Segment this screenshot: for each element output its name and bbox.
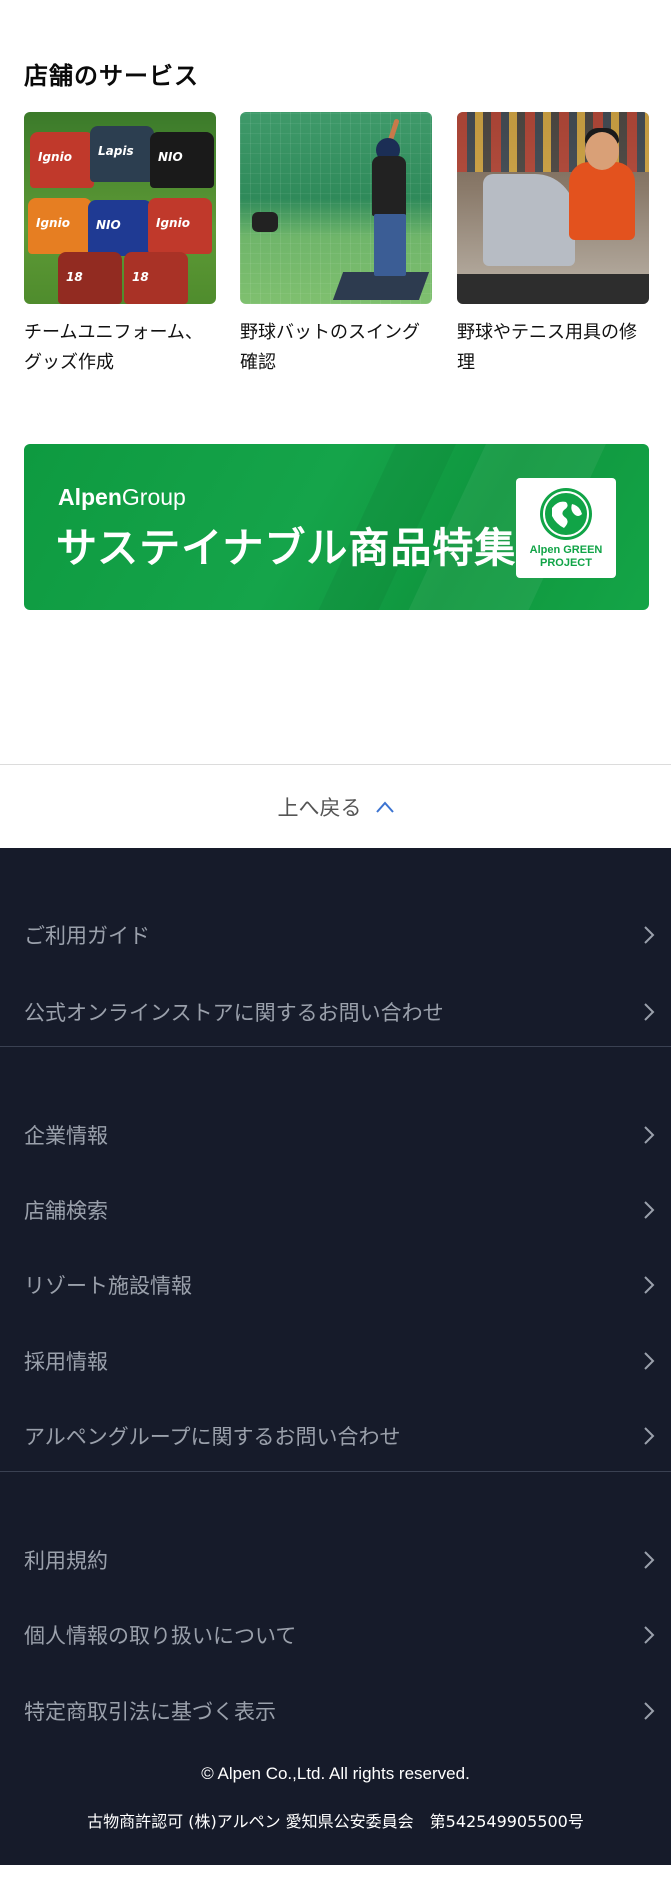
footer-link-label: 店舗検索 <box>24 1199 108 1223</box>
chevron-right-icon <box>644 1126 655 1144</box>
chevron-right-icon <box>644 1201 655 1219</box>
services-title: 店舗のサービス <box>24 62 199 90</box>
chevron-right-icon <box>644 1427 655 1445</box>
footer-link-store-search[interactable]: 店舗検索 <box>0 1180 671 1240</box>
sustainable-products-banner[interactable]: AlpenGroup サステイナブル商品特集 Alpen GREEN PROJE… <box>24 444 649 610</box>
service-label: チームユニフォーム、グッズ作成 <box>24 322 203 373</box>
chevron-right-icon <box>644 1352 655 1370</box>
batting-cage-image <box>240 112 432 304</box>
footer-link-privacy[interactable]: 個人情報の取り扱いについて <box>0 1605 671 1665</box>
badge-text: Alpen GREEN PROJECT <box>529 544 603 569</box>
footer-divider <box>0 1471 671 1472</box>
chevron-right-icon <box>644 1702 655 1720</box>
chevron-right-icon <box>644 1276 655 1294</box>
page-bottom-edge <box>0 1865 671 1877</box>
service-card-repair[interactable]: 野球やテニス用具の修理 <box>457 112 649 378</box>
chevron-right-icon <box>644 1626 655 1644</box>
equipment-repair-image <box>457 112 649 304</box>
back-to-top-button[interactable]: 上へ戻る <box>0 764 671 848</box>
service-card-uniforms[interactable]: Ignio Lapis NIO Ignio NIO Ignio 18 18 チー… <box>24 112 216 378</box>
footer-link-terms[interactable]: 利用規約 <box>0 1530 671 1590</box>
globe-icon <box>540 488 592 540</box>
footer-link-label: 利用規約 <box>24 1549 108 1573</box>
footer-link-label: ご利用ガイド <box>24 924 150 948</box>
alpen-group-logo: AlpenGroup <box>58 484 186 510</box>
chevron-up-icon <box>375 800 394 813</box>
footer-link-company-info[interactable]: 企業情報 <box>0 1105 671 1165</box>
footer-link-recruitment[interactable]: 採用情報 <box>0 1331 671 1391</box>
footer-link-label: 個人情報の取り扱いについて <box>24 1624 297 1648</box>
footer-link-commercial-transactions[interactable]: 特定商取引法に基づく表示 <box>0 1681 671 1741</box>
footer-divider <box>0 1046 671 1047</box>
footer-link-usage-guide[interactable]: ご利用ガイド <box>0 905 671 965</box>
footer-link-label: 公式オンラインストアに関するお問い合わせ <box>24 1001 444 1025</box>
footer-link-online-store-contact[interactable]: 公式オンラインストアに関するお問い合わせ <box>0 982 671 1042</box>
service-label: 野球やテニス用具の修理 <box>457 322 637 373</box>
footer-link-resort-info[interactable]: リゾート施設情報 <box>0 1255 671 1315</box>
footer-link-group-contact[interactable]: アルペングループに関するお問い合わせ <box>0 1406 671 1466</box>
copyright-text: © Alpen Co.,Ltd. All rights reserved. <box>201 1764 470 1783</box>
footer-link-label: アルペングループに関するお問い合わせ <box>24 1425 401 1449</box>
alpen-green-project-badge: Alpen GREEN PROJECT <box>516 478 616 578</box>
chevron-right-icon <box>644 1551 655 1569</box>
service-card-bat-swing[interactable]: 野球バットのスイング確認 <box>240 112 432 378</box>
site-footer: ご利用ガイド 公式オンラインストアに関するお問い合わせ 企業情報 店舗検索 リゾ… <box>0 848 671 1865</box>
banner-title: サステイナブル商品特集 <box>56 524 517 572</box>
footer-link-label: 特定商取引法に基づく表示 <box>24 1700 276 1724</box>
footer-link-label: リゾート施設情報 <box>24 1274 192 1298</box>
store-services-section: 店舗のサービス Ignio Lapis NIO Ignio NIO Ignio … <box>0 0 671 765</box>
antique-dealer-permit-text: 古物商許認可 (株)アルペン 愛知県公安委員会 第542549905500号 <box>87 1812 584 1831</box>
back-to-top-label: 上へ戻る <box>277 795 362 820</box>
chevron-right-icon <box>644 926 655 944</box>
team-uniforms-image: Ignio Lapis NIO Ignio NIO Ignio 18 18 <box>24 112 216 304</box>
footer-link-label: 採用情報 <box>24 1350 108 1374</box>
footer-link-label: 企業情報 <box>24 1124 108 1148</box>
chevron-right-icon <box>644 1003 655 1021</box>
service-label: 野球バットのスイング確認 <box>240 322 420 373</box>
